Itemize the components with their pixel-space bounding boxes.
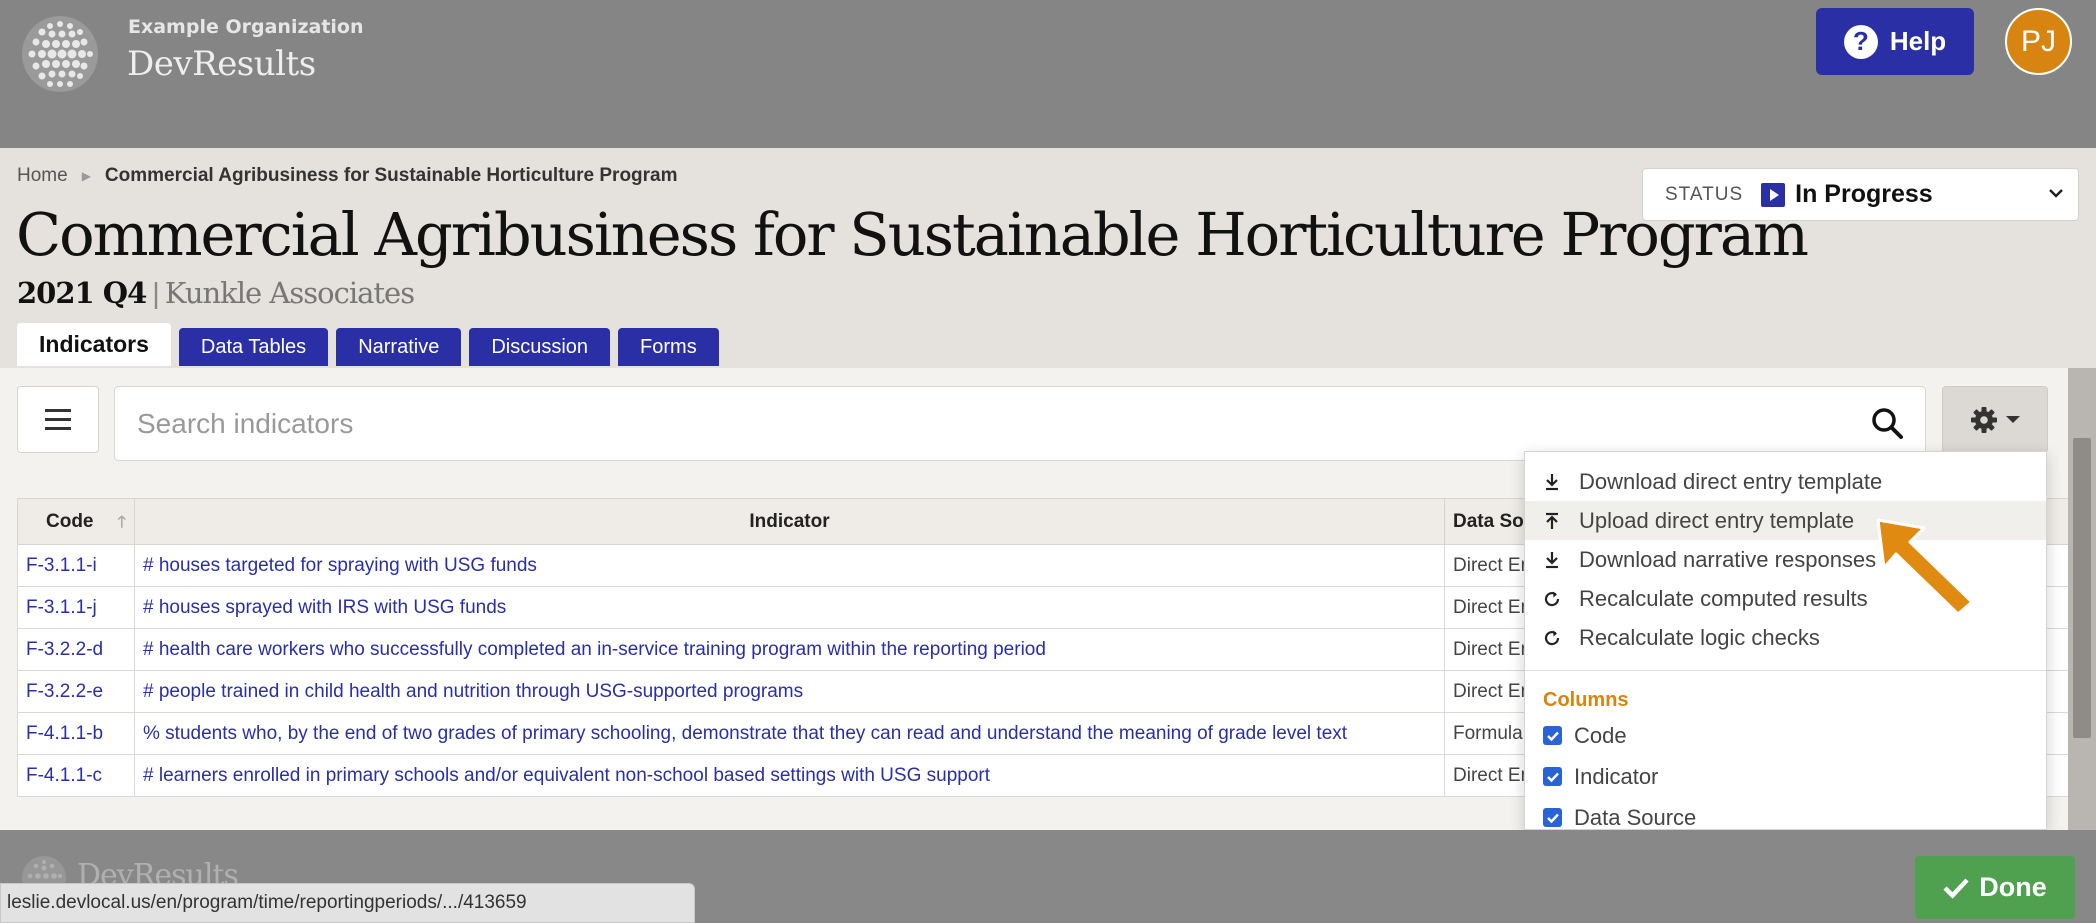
checkmark-icon (1943, 877, 1969, 899)
column-header-code[interactable]: Code 🡑 (17, 498, 135, 545)
subtitle-divider: | (152, 278, 159, 310)
done-button[interactable]: Done (1915, 856, 2075, 919)
tab-discussion[interactable]: Discussion (469, 328, 611, 366)
menu-item-label: Download narrative responses (1579, 546, 1877, 572)
indicator-code-link[interactable]: F-3.2.2-d (17, 628, 135, 671)
tab-narrative[interactable]: Narrative (336, 328, 462, 366)
indicator-name-link[interactable]: # houses sprayed with IRS with USG funds (134, 586, 1445, 629)
download-icon (1543, 473, 1561, 491)
status-value: In Progress (1795, 180, 1933, 208)
download-icon (1543, 551, 1561, 569)
implementing-organization: Kunkle Associates (164, 276, 415, 310)
program-tabs: Indicators Data Tables Narrative Discuss… (17, 323, 719, 366)
tab-data-tables[interactable]: Data Tables (178, 328, 329, 366)
indicator-name-link[interactable]: # people trained in child health and nut… (134, 670, 1445, 713)
checkbox-checked-icon[interactable] (1543, 726, 1562, 745)
column-toggle-data-source[interactable]: Data Source (1525, 797, 2046, 830)
devresults-logo-icon[interactable] (20, 14, 100, 94)
breadcrumb: Home ▶ Commercial Agribusiness for Susta… (17, 165, 678, 187)
upload-icon (1543, 512, 1561, 530)
checkbox-checked-icon[interactable] (1543, 808, 1562, 827)
question-circle-icon: ? (1843, 24, 1878, 59)
program-header: Home ▶ Commercial Agribusiness for Susta… (0, 148, 2096, 368)
hamburger-icon-bar (45, 409, 71, 412)
menu-item-recalculate-logic-checks[interactable]: Recalculate logic checks (1525, 618, 2046, 657)
program-subtitle: 2021 Q4 | Kunkle Associates (17, 276, 415, 311)
menu-item-label: Recalculate logic checks (1579, 624, 1820, 650)
breadcrumb-current: Commercial Agribusiness for Sustainable … (104, 165, 678, 186)
user-avatar[interactable]: PJ (2005, 8, 2072, 75)
column-toggle-label: Indicator (1574, 763, 1659, 789)
column-toggle-label: Code (1574, 722, 1627, 748)
menu-item-download-direct-entry-template[interactable]: Download direct entry template (1525, 462, 2046, 501)
hamburger-menu-button[interactable] (17, 386, 99, 453)
page-title: Commercial Agribusiness for Sustainable … (16, 200, 1809, 269)
settings-dropdown-menu: Download direct entry template Upload di… (1524, 451, 2047, 830)
help-button[interactable]: ? Help (1816, 8, 1974, 75)
indicator-name-link[interactable]: # health care workers who successfully c… (134, 628, 1445, 671)
menu-divider (1525, 670, 2046, 671)
sort-up-icon: 🡑 (117, 514, 126, 531)
tab-indicators[interactable]: Indicators (17, 323, 171, 366)
annotation-arrow-icon (1876, 518, 1974, 616)
menu-item-label: Recalculate computed results (1579, 585, 1868, 611)
search-box (114, 386, 1926, 461)
breadcrumb-home-link[interactable]: Home (17, 165, 68, 187)
column-toggle-label: Data Source (1574, 804, 1697, 830)
reporting-period: 2021 Q4 (17, 276, 147, 310)
indicator-code-link[interactable]: F-3.2.2-e (17, 670, 135, 713)
column-toggle-code[interactable]: Code (1525, 715, 2046, 756)
indicator-code-link[interactable]: F-3.1.1-i (17, 544, 135, 587)
indicator-name-link[interactable]: # houses targeted for spraying with USG … (134, 544, 1445, 587)
refresh-icon (1543, 590, 1561, 608)
columns-heading: Columns (1543, 688, 1629, 711)
help-button-label: Help (1889, 26, 1947, 56)
top-header: Example Organization DevResults ? Help P… (0, 0, 2096, 148)
organization-name: Example Organization (128, 16, 364, 38)
checkbox-checked-icon[interactable] (1543, 767, 1562, 786)
hamburger-icon-bar (45, 418, 71, 421)
tab-forms[interactable]: Forms (618, 328, 719, 366)
search-icon[interactable] (1869, 405, 1905, 441)
gear-icon (1971, 406, 1997, 433)
column-toggle-indicator[interactable]: Indicator (1525, 756, 2046, 797)
indicator-code-link[interactable]: F-3.1.1-j (17, 586, 135, 629)
breadcrumb-chevron-icon: ▶ (81, 169, 91, 183)
caret-down-icon (2006, 416, 2020, 423)
search-input[interactable] (115, 387, 1815, 460)
indicator-code-link[interactable]: F-4.1.1-c (17, 754, 135, 797)
menu-item-label: Upload direct entry template (1579, 507, 1855, 533)
chevron-down-icon (2048, 183, 2064, 204)
indicator-name-link[interactable]: % students who, by the end of two grades… (134, 712, 1445, 755)
link-status-url: leslie.devlocal.us/en/program/time/repor… (0, 883, 695, 923)
settings-dropdown-button[interactable] (1942, 386, 2048, 453)
vertical-scrollbar[interactable] (2068, 368, 2096, 830)
done-button-label: Done (1979, 872, 2047, 902)
scrollbar-thumb[interactable] (2073, 438, 2091, 738)
column-header-indicator[interactable]: Indicator (134, 498, 1445, 545)
column-header-label: Code (46, 510, 94, 532)
menu-item-label: Download direct entry template (1579, 468, 1883, 494)
refresh-icon (1543, 629, 1561, 647)
hamburger-icon-bar (45, 427, 71, 430)
indicator-code-link[interactable]: F-4.1.1-b (17, 712, 135, 755)
indicator-name-link[interactable]: # learners enrolled in primary schools a… (134, 754, 1445, 797)
app-name[interactable]: DevResults (127, 44, 316, 84)
